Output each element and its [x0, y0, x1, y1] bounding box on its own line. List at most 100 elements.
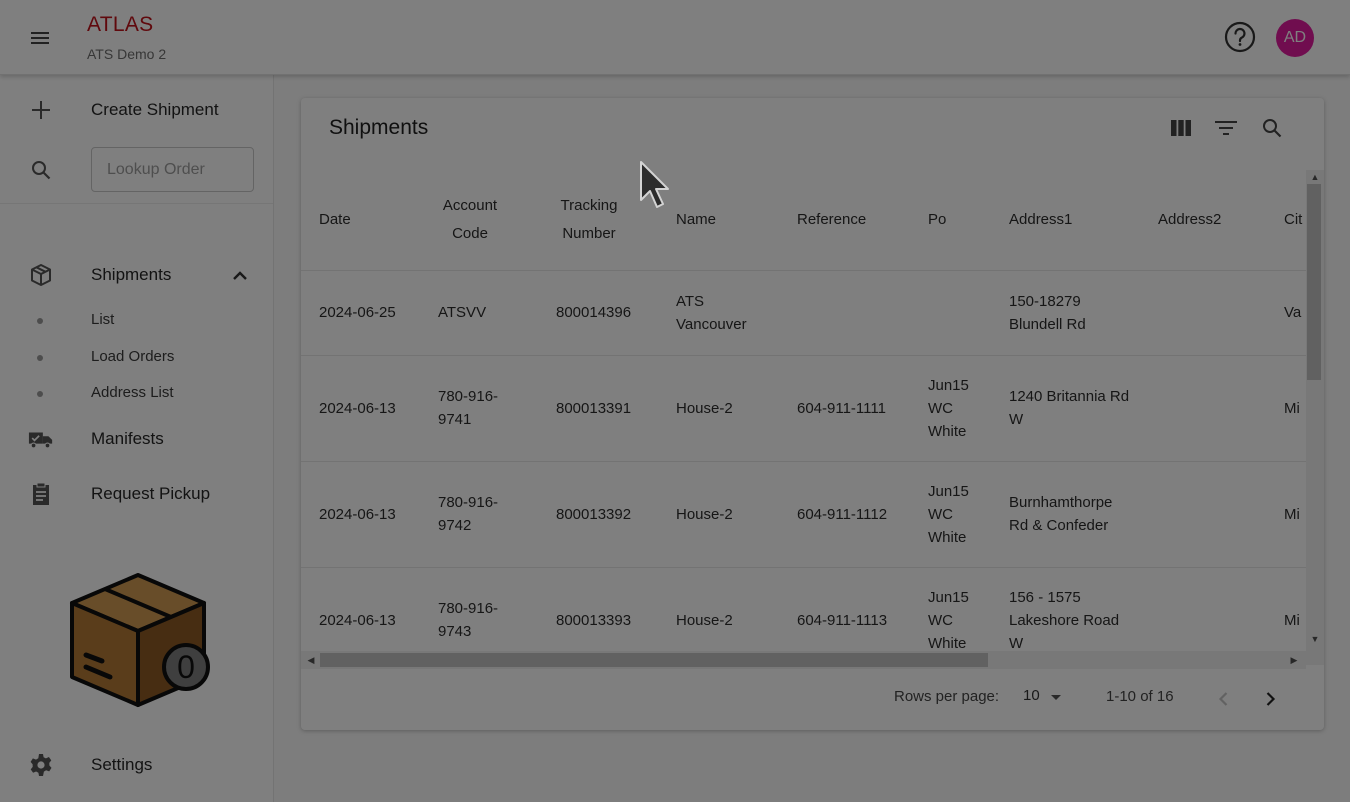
lookup-order-input[interactable] [91, 147, 254, 192]
top-app-bar: ATLAS ATS Demo 2 AD [0, 0, 1350, 75]
chevron-right-icon [1266, 692, 1276, 706]
table-pagination: Rows per page: 10 1-10 of 16 [301, 676, 1324, 720]
shipments-table-viewport: Date Account Code Tracking Number Name Ref… [301, 170, 1306, 665]
table-cell: 604-911-1111 [779, 355, 910, 462]
column-header-label: Account [442, 196, 498, 214]
table-cell [910, 270, 991, 356]
table-cell: ATS Vancouver [658, 270, 779, 356]
table-cell: 150-18279 Blundell Rd [991, 270, 1140, 356]
column-header-label: Name [676, 210, 717, 228]
shipments-table: Date Account Code Tracking Number Name Ref… [301, 170, 1306, 665]
gear-icon [28, 752, 54, 778]
bullet-icon [37, 391, 43, 397]
plus-icon [28, 97, 54, 123]
sidebar-item-settings[interactable]: Settings [0, 743, 273, 787]
column-header-reference[interactable]: Reference [779, 170, 910, 271]
table-cell: 2024-06-25 [301, 270, 420, 356]
table-cell: 604-911-1112 [779, 461, 910, 568]
column-header-label: Code [452, 224, 488, 242]
column-header-date[interactable]: Date [301, 170, 420, 271]
table-cell: 2024-06-13 [301, 461, 420, 568]
table-cell: Burnhamthorpe Rd & Confeder [991, 461, 1140, 568]
previous-page-button[interactable] [1209, 684, 1239, 714]
app-brand: ATLAS [87, 13, 154, 36]
sidebar-item-label: Manifests [91, 429, 164, 448]
table-cell: House-2 [658, 355, 779, 462]
table-cell: Mi [1266, 355, 1306, 462]
filter-icon[interactable] [1213, 115, 1239, 141]
table-cell: 780-916-9741 [420, 355, 538, 462]
column-header-name[interactable]: Name [658, 170, 779, 271]
sidebar-item-manifests[interactable]: Manifests [0, 417, 273, 461]
rows-per-page-value: 10 [1023, 687, 1040, 704]
scroll-right-arrow-icon[interactable]: ▶ [1288, 654, 1300, 666]
table-cell: 780-916-9742 [420, 461, 538, 568]
vertical-scrollbar-thumb[interactable] [1307, 184, 1321, 380]
table-cell: ATSVV [420, 270, 538, 356]
account-name: ATS Demo 2 [87, 46, 167, 62]
sidebar-item-shipments[interactable]: Shipments [0, 253, 273, 297]
scroll-up-arrow-icon[interactable]: ▲ [1309, 171, 1321, 183]
shipments-card: Shipments Date Account Code Tracking Numbe… [301, 98, 1324, 730]
sidebar-subitem-list[interactable]: List [0, 305, 273, 335]
table-row[interactable]: 2024-06-25 ATSVV 800014396 ATS Vancouver… [301, 270, 1306, 356]
user-avatar[interactable]: AD [1276, 19, 1314, 57]
table-row[interactable]: 2024-06-13 780-916-9742 800013392 House-… [301, 461, 1306, 568]
column-header-label: Date [319, 210, 351, 228]
sidebar-item-label: Create Shipment [91, 100, 219, 119]
table-cell: 800014396 [538, 270, 658, 356]
sidebar: Create Shipment Shipments List [0, 75, 274, 802]
sidebar-item-label: Request Pickup [91, 484, 211, 503]
search-icon[interactable] [1259, 115, 1285, 141]
package-icon [28, 262, 54, 288]
table-cell [1140, 461, 1266, 568]
column-header-address1[interactable]: Address1 [991, 170, 1140, 271]
horizontal-scrollbar-thumb[interactable] [320, 653, 988, 667]
table-cell: Jun15 WC White [910, 461, 991, 568]
clipboard-icon [28, 481, 54, 507]
table-cell: 2024-06-13 [301, 355, 420, 462]
rows-per-page-label: Rows per page: [894, 688, 1000, 705]
scroll-left-arrow-icon[interactable]: ◀ [305, 654, 317, 666]
sidebar-divider [0, 203, 273, 204]
column-header-label: Address1 [1009, 210, 1073, 228]
table-cell: 1240 Britannia Rd W [991, 355, 1140, 462]
table-cell [1140, 270, 1266, 356]
table-cell: Jun15 WC White [910, 355, 991, 462]
table-cell [1140, 355, 1266, 462]
sidebar-subitem-label: Address List [91, 384, 174, 401]
truck-check-icon [28, 426, 54, 452]
table-cell: Va [1266, 270, 1306, 356]
column-header-tracking-number[interactable]: Tracking Number [538, 170, 658, 271]
column-header-account-code[interactable]: Account Code [420, 170, 538, 271]
sidebar-item-create-shipment[interactable]: Create Shipment [0, 88, 273, 132]
sidebar-item-label: Shipments [91, 265, 172, 284]
box-illustration: 0 [64, 571, 214, 711]
pagination-range: 1-10 of 16 [1106, 688, 1174, 705]
next-page-button[interactable] [1255, 684, 1285, 714]
column-header-label: Po [928, 210, 947, 228]
rows-per-page-select[interactable]: 10 [1023, 687, 1067, 709]
sidebar-subitem-load-orders[interactable]: Load Orders [0, 342, 273, 372]
table-cell: House-2 [658, 461, 779, 568]
search-icon [28, 157, 54, 183]
column-header-address2[interactable]: Address2 [1140, 170, 1266, 271]
sidebar-item-label: Settings [91, 755, 153, 774]
view-columns-icon[interactable] [1168, 115, 1194, 141]
pending-badge-count: 0 [177, 649, 195, 685]
help-circle-icon[interactable] [1223, 20, 1257, 54]
table-cell: Mi [1266, 461, 1306, 568]
bullet-icon [37, 318, 43, 324]
sidebar-item-request-pickup[interactable]: Request Pickup [0, 472, 273, 516]
table-row[interactable]: 2024-06-13 780-916-9741 800013391 House-… [301, 355, 1306, 462]
sidebar-subitem-address-list[interactable]: Address List [0, 378, 273, 408]
table-cell: 800013391 [538, 355, 658, 462]
column-header-label: Tracking [560, 196, 618, 214]
scroll-down-arrow-icon[interactable]: ▼ [1309, 633, 1321, 645]
table-header-row: Date Account Code Tracking Number Name Ref… [301, 170, 1306, 271]
column-header-po[interactable]: Po [910, 170, 991, 271]
hamburger-menu-icon[interactable] [24, 22, 56, 54]
chevron-up-icon[interactable] [230, 266, 250, 291]
column-header-city[interactable]: Cit [1266, 170, 1306, 271]
chevron-left-icon [1218, 692, 1228, 706]
